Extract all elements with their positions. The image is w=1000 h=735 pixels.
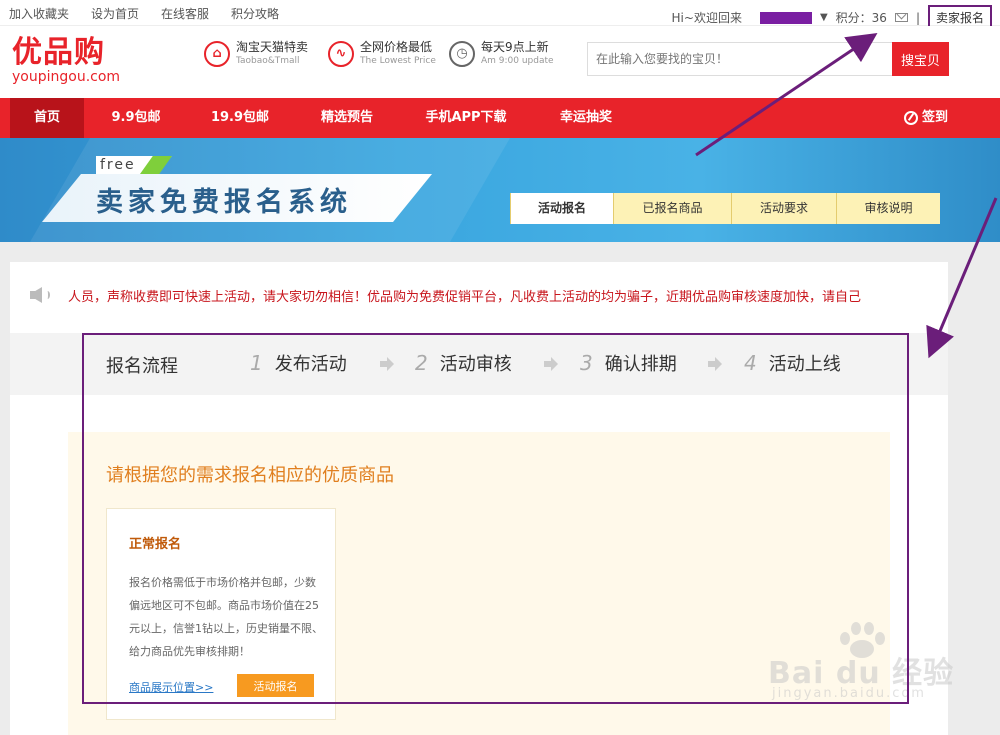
top-links-bar: 加入收藏夹 设为首页 在线客服 积分攻略 Hi~欢迎回来 ▼ 积分：36 | 卖… <box>0 0 1000 30</box>
speaker-icon <box>28 285 52 305</box>
online-service-link[interactable]: 在线客服 <box>161 5 209 22</box>
tab-review-notes[interactable]: 审核说明 <box>836 193 940 224</box>
clock-icon: ◷ <box>449 40 475 67</box>
step-4: 4 活动上线 <box>744 350 841 376</box>
nav-app-download[interactable]: 手机APP下载 <box>410 98 522 138</box>
step-3: 3 确认排期 <box>580 350 677 376</box>
step-label: 活动上线 <box>768 354 841 375</box>
notice-bar: 人员，声称收费即可快速上活动，请大家切勿相信！优品购为免费促销平台，凡收费上活动… <box>28 284 908 306</box>
feature-subtitle: Am 9:00 update <box>481 56 554 66</box>
notice-text: 人员，声称收费即可快速上活动，请大家切勿相信！优品购为免费促销平台，凡收费上活动… <box>68 289 862 305</box>
baidu-watermark: Bai du 经验 jingyan.baidu.com <box>768 620 958 720</box>
step-2: 2 活动审核 <box>415 350 512 376</box>
step-number: 3 <box>580 351 593 375</box>
signup-section: 请根据您的需求报名相应的优质商品 正常报名 报名价格需低于市场价格并包邮，少数偏… <box>68 432 890 735</box>
nav-home[interactable]: 首页 <box>10 98 84 138</box>
feature-subtitle: Taobao&Tmall <box>236 56 300 66</box>
signin-label: 签到 <box>921 110 948 125</box>
seller-banner: free 卖家免费报名系统 活动报名 已报名商品 活动要求 审核说明 <box>0 138 1000 242</box>
card-description: 报名价格需低于市场价格并包邮，少数偏远地区可不包邮。商品市场价值在25元以上，信… <box>129 576 323 658</box>
tab-activity-requirements[interactable]: 活动要求 <box>731 193 836 224</box>
step-number: 1 <box>250 351 263 375</box>
price-down-icon: ∿ <box>328 40 354 67</box>
set-homepage-link[interactable]: 设为首页 <box>91 5 139 22</box>
nav-preview[interactable]: 精选预告 <box>304 98 390 138</box>
nav-9-9-free-shipping[interactable]: 9.9包邮 <box>96 98 176 138</box>
feature-title: 每天9点上新 <box>481 40 549 54</box>
signup-heading: 请根据您的需求报名相应的优质商品 <box>106 465 394 486</box>
step-number: 2 <box>415 351 428 375</box>
card-title: 正常报名 <box>129 537 182 552</box>
signin-icon <box>903 111 918 125</box>
arrow-right-icon <box>544 357 558 371</box>
search-input[interactable] <box>587 42 892 76</box>
tab-activity-signup[interactable]: 活动报名 <box>510 193 613 224</box>
banner-title: 卖家免费报名系统 <box>96 187 352 218</box>
divider: | <box>915 10 920 25</box>
arrow-right-icon <box>380 357 394 371</box>
feature-subtitle: The Lowest Price <box>360 56 436 66</box>
feature-lowest-price: ∿ 全网价格最低 The Lowest Price <box>328 40 436 67</box>
page: 加入收藏夹 设为首页 在线客服 积分攻略 Hi~欢迎回来 ▼ 积分：36 | 卖… <box>0 0 1000 735</box>
points-text: 积分：36 <box>835 11 887 25</box>
step-number: 4 <box>744 351 757 375</box>
search-bar: 搜宝贝 <box>587 42 949 76</box>
feature-title: 淘宝天猫特卖 <box>236 40 309 54</box>
greeting-text: Hi~欢迎回来 <box>671 11 742 25</box>
step-label: 活动审核 <box>439 354 512 375</box>
mail-icon[interactable] <box>894 13 908 22</box>
header: 优品购 youpingou.com ⌂ 淘宝天猫特卖 Taobao&Tmall … <box>0 26 1000 98</box>
process-steps: 报名流程 1 发布活动 2 活动审核 3 确认排期 4 活动上线 <box>10 333 948 395</box>
feature-taobao: ⌂ 淘宝天猫特卖 Taobao&Tmall <box>204 40 308 67</box>
tab-registered-products[interactable]: 已报名商品 <box>613 193 731 224</box>
activity-signup-button[interactable]: 活动报名 <box>237 674 314 697</box>
watermark-url: jingyan.baidu.com <box>772 686 926 701</box>
step-label: 确认排期 <box>604 354 677 375</box>
feature-daily-update: ◷ 每天9点上新 Am 9:00 update <box>449 40 554 67</box>
nav-19-9-free-shipping[interactable]: 19.9包邮 <box>196 98 284 138</box>
feature-title: 全网价格最低 <box>360 40 433 54</box>
nav-lucky-draw[interactable]: 幸运抽奖 <box>542 98 630 138</box>
logo-en: youpingou.com <box>12 69 121 85</box>
tag-icon: ⌂ <box>204 40 230 67</box>
chevron-down-icon[interactable]: ▼ <box>820 12 828 23</box>
username-redacted[interactable] <box>759 11 812 24</box>
process-title: 报名流程 <box>106 356 178 377</box>
search-button[interactable]: 搜宝贝 <box>892 42 949 76</box>
logo-cn: 优品购 <box>12 35 105 70</box>
step-label: 发布活动 <box>274 354 347 375</box>
normal-signup-card: 正常报名 报名价格需低于市场价格并包邮，少数偏远地区可不包邮。商品市场价值在25… <box>106 508 336 720</box>
points-guide-link[interactable]: 积分攻略 <box>231 5 279 22</box>
main-nav: 首页 9.9包邮 19.9包邮 精选预告 手机APP下载 幸运抽奖 签到 <box>0 98 1000 138</box>
site-logo[interactable]: 优品购 youpingou.com <box>12 35 121 85</box>
signin-button[interactable]: 签到 <box>903 98 948 138</box>
arrow-right-icon <box>708 357 722 371</box>
product-display-link[interactable]: 商品展示位置>> <box>129 679 213 695</box>
add-favorite-link[interactable]: 加入收藏夹 <box>9 5 69 22</box>
step-1: 1 发布活动 <box>250 350 347 376</box>
